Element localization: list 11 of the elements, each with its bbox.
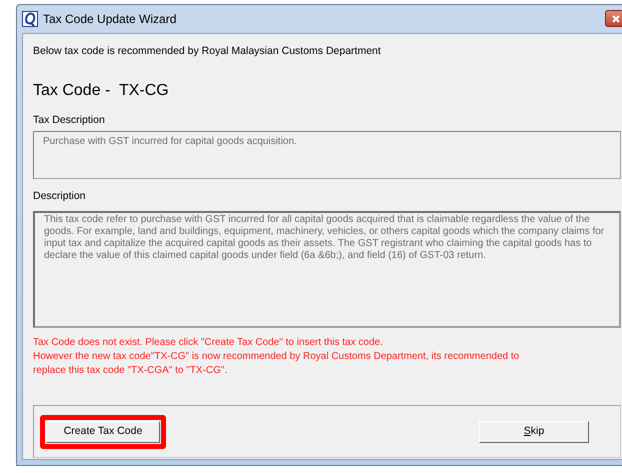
tax-description-label: Tax Description xyxy=(33,112,106,128)
window-title: Tax Code Update Wizard xyxy=(43,11,176,28)
intro-text: Below tax code is recommended by Royal Malaysian Customs Department xyxy=(33,44,382,59)
warning-text: Tax Code does not exist. Please click "Create Tax Code" to insert this tax code. xyxy=(33,336,384,350)
warning-text: However the new tax code"TX-CG" is now recommended by Royal Customs Department, its recommended to replace this tax code "TX-CGA" to "TX-CG". xyxy=(33,350,520,378)
create-tax-code-button[interactable]: Create Tax Code xyxy=(46,420,160,443)
description-label: Description xyxy=(33,188,87,204)
tax-description-field[interactable]: Purchase with GST incurred for capital goods acquisition. xyxy=(33,130,621,178)
description-field[interactable]: This tax code refer to purchase with GST incurred for all capital goods acquired that is claimable regardless the value of the goods. For example, land and buildings, equipment, machinery, vehicles, or others capital goods which the company claims for input tax and capitalize the acquired capital goods as their assets. The GST registrant who claiming the capital goods has to declare the value of this claimed capital goods under field (6a &6b;), and field (16) of GST-03 return. xyxy=(33,211,621,328)
tax-code-heading: Tax Code - TX-CG xyxy=(33,80,169,101)
skip-button[interactable]: Skip xyxy=(479,420,589,443)
